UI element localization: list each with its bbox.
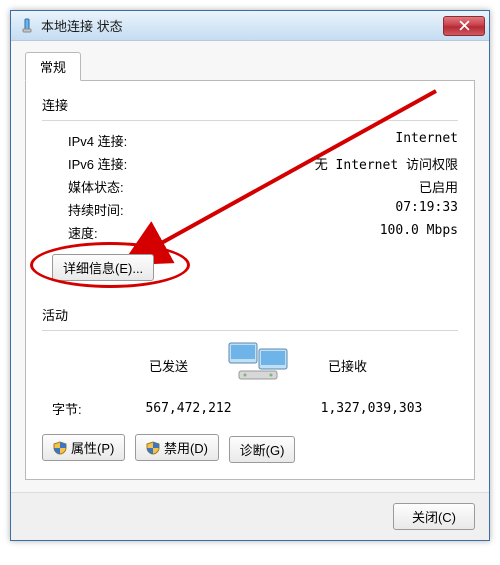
duration-label: 持续时间: (68, 200, 124, 219)
activity-bytes-row: 字节: 567,472,212 1,327,039,303 (42, 397, 458, 420)
close-icon (459, 20, 470, 31)
diagnose-button-label: 诊断(G) (240, 440, 285, 459)
diagnose-button[interactable]: 诊断(G) (229, 436, 296, 463)
disable-button[interactable]: 禁用(D) (135, 434, 219, 461)
row-ipv6: IPv6 连接: 无 Internet 访问权限 (42, 152, 458, 175)
tab-general[interactable]: 常规 (25, 52, 81, 81)
dialog-footer: 关闭(C) (11, 492, 489, 540)
network-adapter-icon (19, 18, 35, 34)
media-value: 已启用 (419, 177, 458, 196)
row-ipv4: IPv4 连接: Internet (42, 129, 458, 152)
disable-button-label: 禁用(D) (164, 438, 208, 457)
activity-section-title: 活动 (42, 305, 458, 324)
window-close-button[interactable] (443, 16, 485, 36)
speed-label: 速度: (68, 223, 98, 242)
window-title: 本地连接 状态 (41, 16, 443, 35)
tab-panel-general: 连接 IPv4 连接: Internet IPv6 连接: 无 Internet… (25, 80, 475, 480)
row-speed: 速度: 100.0 Mbps (42, 221, 458, 244)
row-duration: 持续时间: 07:19:33 (42, 198, 458, 221)
divider (42, 330, 458, 331)
uac-shield-icon (146, 441, 160, 455)
properties-button[interactable]: 属性(P) (42, 434, 125, 461)
uac-shield-icon (53, 441, 67, 455)
network-activity-icon (223, 341, 293, 389)
ipv4-value: Internet (395, 131, 458, 150)
media-label: 媒体状态: (68, 177, 124, 196)
speed-value: 100.0 Mbps (380, 223, 458, 242)
title-bar: 本地连接 状态 (11, 11, 489, 41)
bytes-sent-value: 567,472,212 (112, 401, 265, 416)
ipv6-value: 无 Internet 访问权限 (315, 154, 458, 173)
sent-label: 已发送 (68, 356, 188, 375)
client-area: 常规 连接 IPv4 连接: Internet IPv6 连接: 无 In (11, 41, 489, 492)
ipv4-label: IPv4 连接: (68, 131, 127, 150)
details-button[interactable]: 详细信息(E)... (52, 254, 154, 281)
duration-value: 07:19:33 (395, 200, 458, 219)
connection-section-title: 连接 (42, 95, 458, 114)
activity-header-row: 已发送 已接收 (42, 339, 458, 391)
bytes-label: 字节: (52, 399, 112, 418)
row-media: 媒体状态: 已启用 (42, 175, 458, 198)
properties-button-label: 属性(P) (71, 438, 114, 457)
ipv6-label: IPv6 连接: (68, 154, 127, 173)
status-dialog: 本地连接 状态 常规 连接 IPv4 连接: Internet (10, 10, 490, 541)
divider (42, 120, 458, 121)
tab-strip: 常规 (25, 52, 475, 81)
bytes-recv-value: 1,327,039,303 (295, 401, 448, 416)
close-button[interactable]: 关闭(C) (393, 503, 475, 530)
action-button-row: 属性(P) 禁用(D) 诊断(G) (42, 434, 458, 463)
recv-label: 已接收 (328, 356, 448, 375)
